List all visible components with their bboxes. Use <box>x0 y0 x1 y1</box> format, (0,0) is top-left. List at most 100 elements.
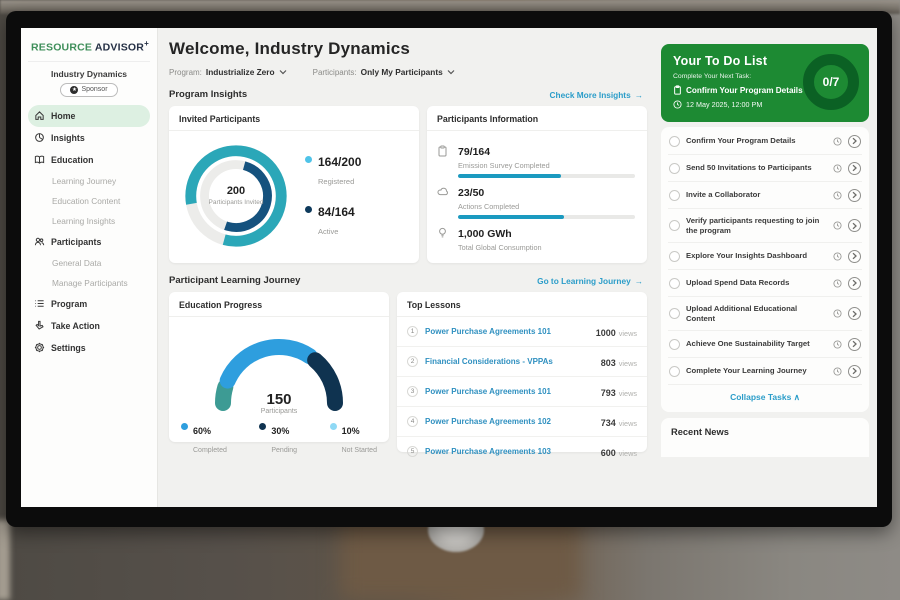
task-item[interactable]: Verify participants requesting to join t… <box>668 209 862 243</box>
task-item[interactable]: Send 50 Invitations to Participants <box>668 155 862 182</box>
program-dropdown[interactable]: Program: Industrialize Zero <box>169 67 287 77</box>
sidebar-item-label: Take Action <box>51 321 100 331</box>
todo-progress-ring: 0/7 <box>803 54 859 110</box>
sidebar-item-program[interactable]: Program <box>28 293 150 315</box>
task-item[interactable]: Achieve One Sustainability Target <box>668 331 862 358</box>
chevron-right-icon[interactable] <box>848 307 861 320</box>
legend-label: Pending <box>271 447 297 454</box>
sidebar-item-settings[interactable]: Settings <box>28 337 150 359</box>
task-label: Complete Your Learning Journey <box>686 366 827 376</box>
page-title: Welcome, Industry Dynamics <box>169 39 647 59</box>
task-checkbox[interactable] <box>669 308 680 319</box>
go-to-learning-journey-link[interactable]: Go to Learning Journey → <box>537 276 643 286</box>
sidebar-item-learning-journey[interactable]: Learning Journey <box>28 171 150 191</box>
task-item[interactable]: Complete Your Learning Journey <box>668 358 862 385</box>
task-checkbox[interactable] <box>669 220 680 231</box>
legend-dot <box>305 156 312 163</box>
legend-value: 84/164 <box>318 205 355 219</box>
sidebar-item-manage-participants[interactable]: Manage Participants <box>28 273 150 293</box>
lesson-rank: 5 <box>407 446 418 457</box>
sponsor-badge: ★ Sponsor <box>60 83 118 97</box>
chevron-right-icon[interactable] <box>848 250 861 263</box>
legend-dot <box>181 423 188 430</box>
program-value: Industrialize Zero <box>206 67 275 77</box>
sidebar-item-take-action[interactable]: Take Action <box>28 315 150 337</box>
arrow-right-icon: → <box>635 90 643 100</box>
lesson-link[interactable]: Financial Considerations - VPPAs <box>425 357 594 366</box>
legend-pending: 30%Pending <box>259 421 297 457</box>
collapse-tasks-link[interactable]: Collapse Tasks ∧ <box>668 385 862 411</box>
donut-center-value: 200 <box>227 185 245 197</box>
legend-label: Registered <box>318 177 354 186</box>
people-icon <box>34 236 45 247</box>
lesson-row[interactable]: 1 Power Purchase Agreements 101 1000view… <box>397 317 647 347</box>
sidebar-item-home[interactable]: Home <box>28 105 150 127</box>
link-label: Check More Insights <box>550 90 631 100</box>
lesson-link[interactable]: Power Purchase Agreements 101 <box>425 387 594 396</box>
clock-icon <box>833 191 842 200</box>
lesson-link[interactable]: Power Purchase Agreements 103 <box>425 447 594 456</box>
chevron-right-icon[interactable] <box>848 219 861 232</box>
lightbulb-icon <box>437 227 448 239</box>
sidebar-item-general-data[interactable]: General Data <box>28 253 150 273</box>
task-item[interactable]: Explore Your Insights Dashboard <box>668 243 862 270</box>
sidebar-item-insights[interactable]: Insights <box>28 127 150 149</box>
chevron-right-icon[interactable] <box>848 189 861 202</box>
lesson-row[interactable]: 3 Power Purchase Agreements 101 793views <box>397 377 647 407</box>
lesson-row[interactable]: 2 Financial Considerations - VPPAs 803vi… <box>397 347 647 377</box>
metric-emission-survey: 79/164 Emission Survey Completed <box>437 142 635 178</box>
metric-label: Emission Survey Completed <box>458 161 635 170</box>
views-suffix: views <box>619 359 637 368</box>
donut-center-label: Participants Invited <box>208 199 264 207</box>
lesson-rank: 2 <box>407 356 418 367</box>
clock-icon <box>833 309 842 318</box>
task-item[interactable]: Confirm Your Program Details <box>668 128 862 155</box>
sidebar-item-education[interactable]: Education <box>28 149 150 171</box>
task-item[interactable]: Invite a Collaborator <box>668 182 862 209</box>
task-checkbox[interactable] <box>669 163 680 174</box>
task-item[interactable]: Upload Spend Data Records <box>668 270 862 297</box>
views-suffix: views <box>619 329 637 338</box>
chevron-right-icon[interactable] <box>848 162 861 175</box>
chevron-right-icon[interactable] <box>848 277 861 290</box>
metric-global-consumption: 1,000 GWh Total Global Consumption <box>437 224 635 252</box>
task-checkbox[interactable] <box>669 366 680 377</box>
legend-not-started: 10%Not Started <box>330 421 377 457</box>
sidebar-item-participants[interactable]: Participants <box>28 231 150 253</box>
participants-dropdown[interactable]: Participants: Only My Participants <box>313 67 455 77</box>
invited-participants-card: Invited Participants 200 Partic <box>169 106 419 263</box>
task-checkbox[interactable] <box>669 278 680 289</box>
legend-label: Active <box>318 227 338 236</box>
chevron-right-icon[interactable] <box>848 135 861 148</box>
clock-icon <box>833 137 842 146</box>
task-checkbox[interactable] <box>669 190 680 201</box>
task-checkbox[interactable] <box>669 251 680 262</box>
legend-label: Completed <box>193 447 227 454</box>
legend-dot <box>305 206 312 213</box>
hand-pointer-icon <box>34 320 45 331</box>
legend-dot <box>330 423 337 430</box>
main-content: Welcome, Industry Dynamics Program: Indu… <box>158 28 655 507</box>
task-item[interactable]: Upload Additional Educational Content <box>668 297 862 331</box>
chevron-right-icon[interactable] <box>848 365 861 378</box>
lesson-link[interactable]: Power Purchase Agreements 102 <box>425 417 594 426</box>
check-more-insights-link[interactable]: Check More Insights → <box>550 90 643 100</box>
lesson-link[interactable]: Power Purchase Agreements 101 <box>425 327 589 336</box>
sidebar-item-label: Insights <box>51 133 85 143</box>
lesson-rank: 3 <box>407 386 418 397</box>
task-label: Explore Your Insights Dashboard <box>686 251 827 261</box>
lesson-row[interactable]: 5 Power Purchase Agreements 103 600views <box>397 437 647 466</box>
app-logo: RESOURCE ADVISOR+ <box>28 37 150 62</box>
participants-value: Only My Participants <box>361 67 443 77</box>
task-label: Invite a Collaborator <box>686 190 827 200</box>
lesson-row[interactable]: 4 Power Purchase Agreements 102 734views <box>397 407 647 437</box>
list-icon <box>34 298 45 309</box>
sponsor-badge-label: Sponsor <box>81 86 107 93</box>
task-checkbox[interactable] <box>669 339 680 350</box>
sidebar-item-education-content[interactable]: Education Content <box>28 191 150 211</box>
sidebar-item-learning-insights[interactable]: Learning Insights <box>28 211 150 231</box>
chevron-right-icon[interactable] <box>848 338 861 351</box>
recent-news-heading: Recent News <box>671 427 859 437</box>
task-checkbox[interactable] <box>669 136 680 147</box>
logo-secondary: ADVISOR <box>95 42 144 54</box>
